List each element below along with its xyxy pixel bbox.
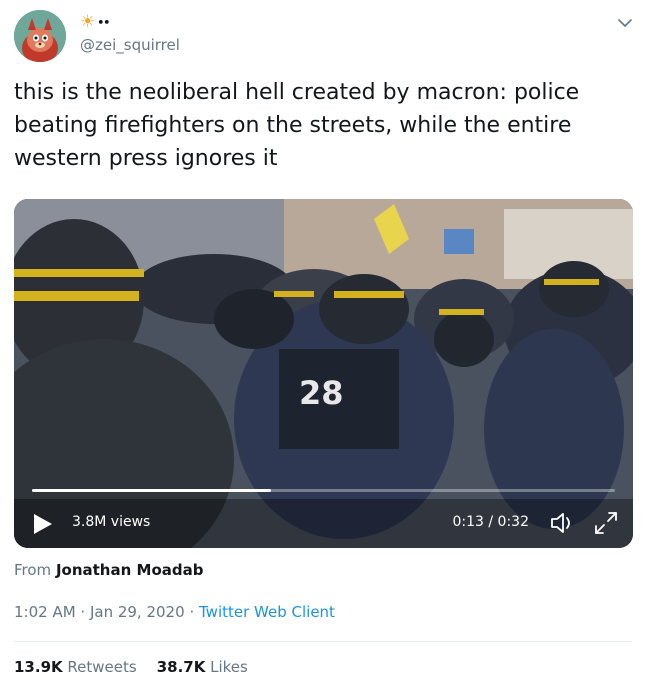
client-link[interactable]: Twitter Web Client xyxy=(199,603,335,621)
svg-text:28: 28 xyxy=(299,374,344,412)
retweets-stat[interactable]: 13.9K Retweets xyxy=(14,658,137,676)
likes-label: Likes xyxy=(210,658,248,676)
play-icon[interactable] xyxy=(32,512,54,536)
cartoon-animal-icon xyxy=(14,10,66,62)
video-time: 0:13 / 0:32 xyxy=(452,514,530,530)
video-frame: 28 xyxy=(14,199,633,548)
video-progress-fill xyxy=(32,489,272,492)
source-prefix: From xyxy=(14,561,52,579)
video-progress-bar[interactable] xyxy=(32,489,615,492)
display-name[interactable]: ☀ •• xyxy=(80,11,110,32)
eyes-emoji-icon: •• xyxy=(97,15,110,29)
tweet-text: this is the neoliberal hell created by m… xyxy=(14,80,580,171)
tweet-header: ☀ •• @zei_squirrel xyxy=(14,10,634,62)
timestamp[interactable]: 1:02 AM · Jan 29, 2020 xyxy=(14,603,185,621)
volume-muted-icon[interactable] xyxy=(549,510,577,536)
view-count: 3.8M views xyxy=(72,514,151,530)
divider xyxy=(14,641,632,642)
user-handle[interactable]: @zei_squirrel xyxy=(80,36,180,54)
likes-stat[interactable]: 38.7K Likes xyxy=(157,658,248,676)
tweet-meta: 1:02 AM · Jan 29, 2020 · Twitter Web Cli… xyxy=(14,603,335,621)
meta-separator: · xyxy=(189,603,195,621)
likes-count: 38.7K xyxy=(156,658,206,676)
video-source: From Jonathan Moadab xyxy=(14,561,203,579)
avatar[interactable] xyxy=(14,10,66,62)
retweets-label: Retweets xyxy=(67,658,137,676)
tweet-stats: 13.9K Retweets 38.7K Likes xyxy=(14,658,248,676)
source-name[interactable]: Jonathan Moadab xyxy=(56,561,204,579)
fullscreen-icon[interactable] xyxy=(593,510,619,536)
retweets-count: 13.9K xyxy=(14,658,63,676)
video-player[interactable]: 28 3.8M views 0:13 / 0:32 xyxy=(14,199,633,548)
chevron-down-icon[interactable] xyxy=(616,14,634,32)
sun-emoji-icon: ☀ xyxy=(80,11,96,32)
